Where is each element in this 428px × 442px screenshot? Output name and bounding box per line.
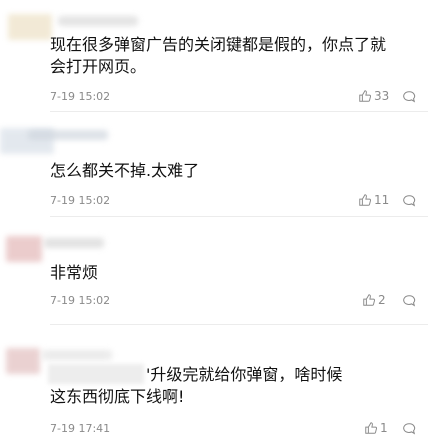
comment-text: 怎么都关不掉.太难了 <box>50 160 199 182</box>
thumbs-up-icon <box>363 294 376 306</box>
comment-text: 非常烦 <box>50 262 98 284</box>
thumbs-up-icon <box>365 422 378 434</box>
like-count: 11 <box>374 193 390 207</box>
avatar[interactable] <box>8 14 52 40</box>
comment-item: 怎么都关不掉.太难了 7-19 15:02 11 <box>0 112 428 217</box>
username-blurred[interactable] <box>44 238 104 248</box>
comment-bubble-icon[interactable] <box>402 294 416 308</box>
comment-item: 非常烦 7-19 15:02 2 <box>0 216 428 325</box>
thumbs-up-icon <box>359 90 372 102</box>
like-count: 1 <box>380 421 388 435</box>
comment-line: 非常烦 <box>50 263 99 282</box>
like-button[interactable]: 2 <box>362 293 386 307</box>
like-button[interactable]: 1 <box>364 421 388 435</box>
like-button[interactable]: 33 <box>358 89 389 103</box>
comment-line: 现在很多弹窗广告的关闭键都是假的，你点了就 <box>50 35 387 54</box>
timestamp: 7-19 15:02 <box>50 90 111 103</box>
timestamp: 7-19 17:41 <box>50 422 111 435</box>
comment-text: 现在很多弹窗广告的关闭键都是假的，你点了就 会打开网页。 <box>50 34 386 78</box>
comment-bubble-icon[interactable] <box>402 422 416 436</box>
avatar[interactable] <box>6 348 40 374</box>
divider <box>50 324 428 325</box>
comment-line: 会打开网页。 <box>50 57 147 76</box>
comment-text: 这东西彻底下线啊! <box>50 386 184 408</box>
avatar[interactable] <box>6 236 42 262</box>
comment-bubble-icon[interactable] <box>402 90 416 104</box>
comment-text: '升级完就给你弹窗，啥时候 <box>146 364 342 386</box>
comment-line: 这东西彻底下线啊! <box>50 387 185 406</box>
blurred-region <box>48 364 144 384</box>
timestamp: 7-19 15:02 <box>50 294 111 307</box>
comment-line: '升级完就给你弹窗，啥时候 <box>146 365 343 384</box>
thumbs-up-icon <box>359 194 372 206</box>
username-blurred[interactable] <box>58 16 138 26</box>
like-count: 2 <box>378 293 386 307</box>
comment-item: 现在很多弹窗广告的关闭键都是假的，你点了就 会打开网页。 7-19 15:02 … <box>0 0 428 112</box>
comment-item: '升级完就给你弹窗，啥时候 这东西彻底下线啊! 7-19 17:41 1 <box>0 328 428 442</box>
like-button[interactable]: 11 <box>358 193 389 207</box>
username-blurred[interactable] <box>42 350 112 360</box>
timestamp: 7-19 15:02 <box>50 194 111 207</box>
comment-line: 怎么都关不掉.太难了 <box>50 161 200 180</box>
comment-bubble-icon[interactable] <box>402 194 416 208</box>
username-blurred[interactable] <box>28 130 108 140</box>
like-count: 33 <box>374 89 390 103</box>
